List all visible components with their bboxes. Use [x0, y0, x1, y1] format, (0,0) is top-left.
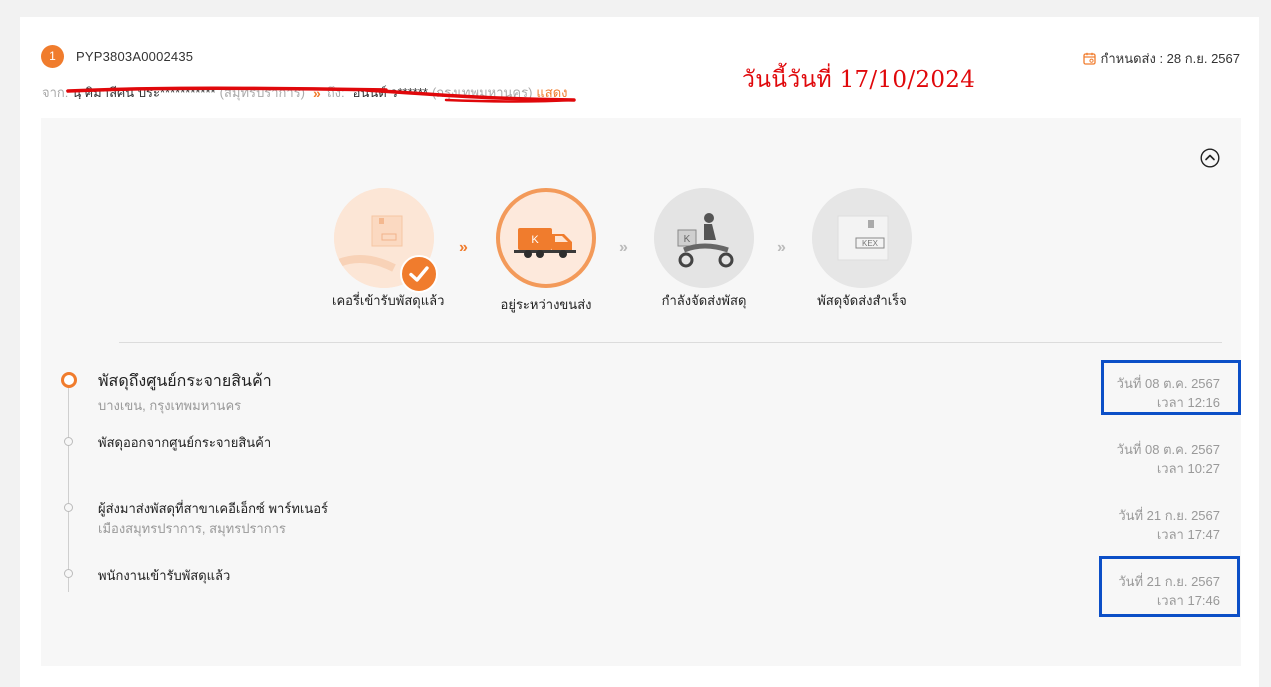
timeline-dot-current	[61, 372, 77, 388]
step-chevron-icon: »	[619, 239, 628, 256]
event-location: บางเขน, กรุงเทพมหานคร	[98, 398, 242, 413]
timeline-dot	[64, 437, 73, 446]
svg-text:K: K	[684, 234, 691, 245]
package-illustration: KEX	[812, 188, 912, 288]
blue-highlight-box	[1101, 360, 1241, 415]
delivery-deadline: กำหนดส่ง : 28 ก.ย. 2567	[1083, 48, 1240, 69]
step-label: กำลังจัดส่งพัสดุ	[661, 293, 747, 308]
event-title: พนักงานเข้ารับพัสดุแล้ว	[98, 568, 231, 583]
check-circle-icon	[400, 255, 438, 293]
timeline-line	[68, 386, 69, 592]
event-time: เวลา 10:27	[1156, 461, 1220, 476]
tracking-number: PYP3803A0002435	[76, 49, 194, 64]
event-time: เวลา 17:47	[1156, 527, 1220, 542]
event-title: ผู้ส่งมาส่งพัสดุที่สาขาเคอีเอ็กซ์ พาร์ทเ…	[98, 501, 329, 516]
timeline-dot	[64, 503, 73, 512]
step-label: อยู่ระหว่างขนส่ง	[500, 297, 592, 312]
event-date: วันที่ 08 ต.ค. 2567	[1116, 442, 1220, 457]
truck-illustration: K	[496, 188, 596, 288]
step-picked-up: เคอรี่เข้ารับพัสดุแล้ว	[332, 188, 444, 311]
timeline-dot	[64, 569, 73, 578]
step-chevron-icon: »	[459, 239, 468, 256]
svg-text:K: K	[531, 234, 539, 246]
step-label: พัสดุจัดส่งสำเร็จ	[817, 293, 907, 308]
motorbike-illustration: K	[654, 188, 754, 288]
deadline-text: กำหนดส่ง : 28 ก.ย. 2567	[1100, 51, 1240, 66]
event-date: วันที่ 21 ก.ย. 2567	[1118, 508, 1220, 523]
divider	[119, 342, 1222, 343]
chevron-up-circle-icon	[1200, 148, 1220, 168]
from-label: จาก:	[42, 85, 69, 100]
red-strikethrough-annotation	[66, 86, 576, 103]
event-location: เมืองสมุทรปราการ, สมุทรปราการ	[98, 521, 286, 536]
blue-highlight-box	[1099, 556, 1240, 617]
step-chevron-icon: »	[777, 239, 786, 256]
step-delivered: KEX พัสดุจัดส่งสำเร็จ	[810, 188, 914, 311]
step-out-for-delivery: K กำลังจัดส่งพัสดุ	[652, 188, 756, 311]
collapse-button[interactable]	[1200, 148, 1220, 168]
step-in-transit: K อยู่ระหว่างขนส่ง	[494, 188, 598, 315]
svg-text:KEX: KEX	[862, 239, 879, 248]
shipment-index-badge: 1	[41, 45, 64, 68]
today-date-annotation: วันนี้วันที่ 17/10/2024	[742, 67, 976, 93]
event-title: พัสดุออกจากศูนย์กระจายสินค้า	[98, 435, 272, 450]
event-title: พัสดุถึงศูนย์กระจายสินค้า	[98, 373, 272, 390]
calendar-icon	[1083, 52, 1097, 65]
